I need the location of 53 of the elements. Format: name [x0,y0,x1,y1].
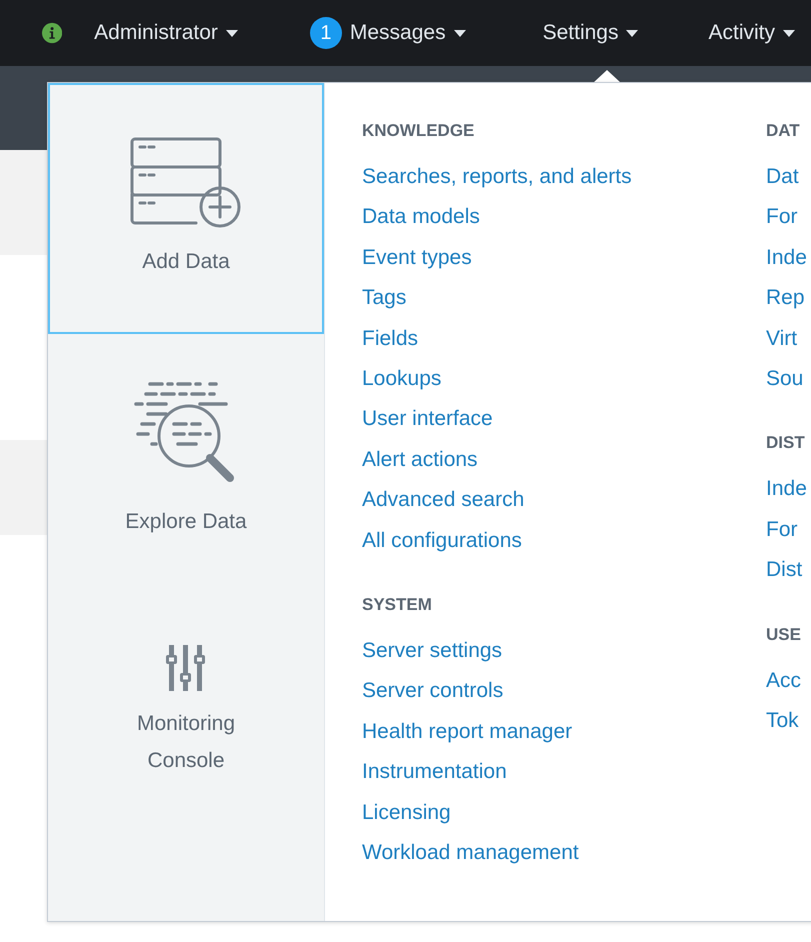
nav-label: Messages [350,21,446,45]
nav-label: Settings [542,21,618,45]
menu-link[interactable]: Rep [766,278,805,319]
menu-link[interactable]: Virt [766,318,798,360]
menu-link[interactable]: Lookups [362,359,442,400]
section-heading: USE [766,624,801,646]
menu-link[interactable]: Inde [766,238,807,278]
nav-menu-item[interactable]: Settings [526,21,654,45]
menu-link[interactable]: For [766,510,798,550]
nav-menu-item[interactable]: Activity [692,21,811,45]
menu-link[interactable]: For [766,197,798,238]
menu-link[interactable]: Server controls [362,671,504,712]
menu-link[interactable]: Server settings [362,631,502,672]
menu-link[interactable]: Dat [766,157,799,198]
menu-link[interactable]: Acc [766,660,802,702]
menu-link[interactable]: Tags [362,278,406,319]
menu-link[interactable]: Event types [362,238,472,278]
menu-link[interactable]: Inde [766,469,807,510]
menu-link[interactable]: Alert actions [362,440,478,480]
shortcut-tile[interactable]: Add Data [48,83,324,334]
menu-link[interactable]: Health report manager [362,712,572,752]
section-heading: SYSTEM [362,595,432,616]
shortcut-tile[interactable]: Explore Data [48,334,324,586]
caret-icon [783,30,795,36]
menu-link[interactable]: Data models [362,197,480,238]
menu-link[interactable]: Sou [766,359,804,400]
caret-icon [454,30,466,36]
menu-link[interactable]: Instrumentation [362,752,507,793]
menu-link[interactable]: Dist [766,550,802,591]
nav-menu-item[interactable]: 1 Messages [294,17,482,49]
menu-link[interactable]: Searches, reports, and alerts [362,157,632,198]
sliders-icon [166,645,206,691]
database-add-icon [130,137,242,229]
menu-link[interactable]: User interface [362,399,493,440]
tile-label: Explore Data [124,508,248,534]
tile-label: Monitoring Console [136,711,236,774]
caret-icon [626,30,638,36]
menu-link[interactable]: Fields [362,318,418,360]
message-count-badge: 1 [310,17,342,49]
caret-icon [226,30,238,36]
menu-link[interactable]: All configurations [362,520,522,562]
section-heading: DAT [766,121,800,142]
nav-menu-item[interactable]: Administrator [78,21,254,45]
nav-label: Activity [708,21,775,45]
menu-link[interactable]: Tok [766,701,799,742]
menu-link[interactable]: Workload management [362,833,579,874]
section-heading: KNOWLEDGE [362,121,474,142]
menu-link[interactable]: Licensing [362,792,451,834]
nav-label: Administrator [94,21,218,45]
section-heading: DIST [766,433,805,454]
shortcut-tile[interactable]: Monitoring Console [48,586,324,838]
tile-label: Add Data [141,249,231,275]
menu-link[interactable]: Advanced search [362,480,524,521]
